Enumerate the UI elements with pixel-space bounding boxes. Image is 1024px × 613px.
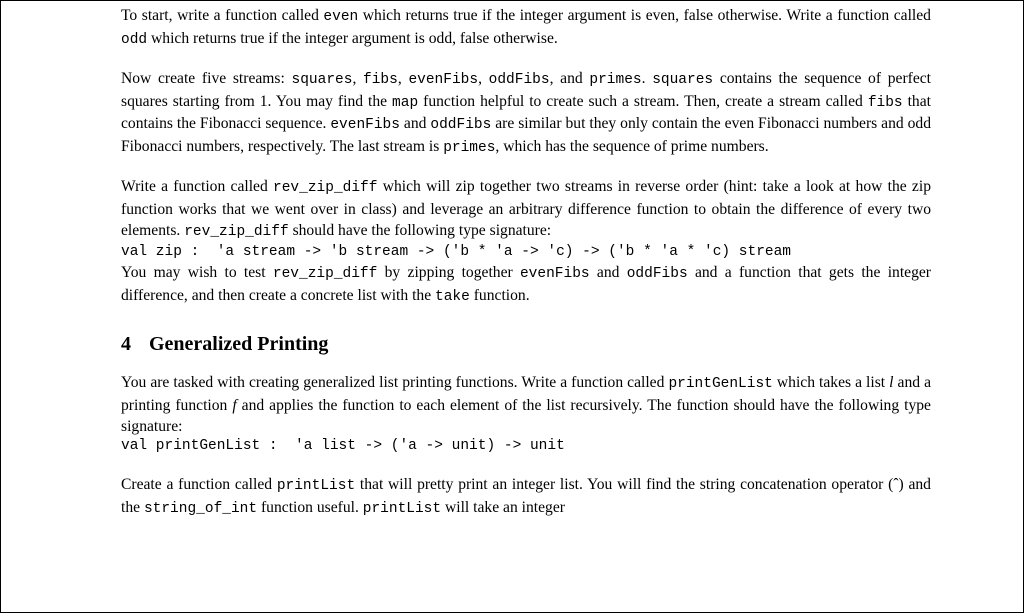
code-revzipdiff2: rev_zip_diff bbox=[184, 224, 288, 240]
code-fibs: fibs bbox=[363, 72, 398, 88]
text: Write a function called bbox=[121, 178, 273, 195]
code-take: take bbox=[435, 289, 470, 305]
text: , which has the sequence of prime number… bbox=[495, 138, 768, 155]
code-printgenlist: printGenList bbox=[668, 376, 772, 392]
type-signature-zip: val zip : 'a stream -> 'b stream -> ('b … bbox=[121, 243, 931, 263]
code-evenfibs2: evenFibs bbox=[330, 117, 400, 133]
code-stringofint: string_of_int bbox=[144, 501, 257, 517]
paragraph-printlist: Create a function called printList that … bbox=[121, 474, 931, 519]
code-fibs2: fibs bbox=[868, 95, 903, 111]
text: function. bbox=[470, 287, 530, 304]
code-evenfibs: evenFibs bbox=[408, 72, 478, 88]
text: by zipping together bbox=[377, 264, 520, 281]
code-oddfibs: oddFibs bbox=[489, 72, 550, 88]
code-evenfibs3: evenFibs bbox=[520, 266, 590, 282]
code-oddfibs2: oddFibs bbox=[430, 117, 491, 133]
code-map: map bbox=[392, 95, 418, 111]
code-squares: squares bbox=[292, 72, 353, 88]
paragraph-even-odd: To start, write a function called even w… bbox=[121, 5, 931, 50]
code-printlist: printList bbox=[277, 478, 355, 494]
section-number: 4 bbox=[121, 331, 131, 358]
text: and applies the function to each element… bbox=[121, 397, 931, 435]
code-printlist2: printList bbox=[363, 501, 441, 517]
text: and bbox=[400, 115, 430, 132]
code-revzipdiff: rev_zip_diff bbox=[273, 180, 377, 196]
section-heading: 4 Generalized Printing bbox=[121, 331, 931, 358]
text: which returns true if the integer argume… bbox=[358, 7, 931, 24]
code-odd: odd bbox=[121, 32, 147, 48]
text: and bbox=[590, 264, 627, 281]
document-page: To start, write a function called even w… bbox=[0, 0, 1024, 613]
text: You may wish to test bbox=[121, 264, 273, 281]
text: function helpful to create such a stream… bbox=[418, 93, 868, 110]
paragraph-printgenlist: You are tasked with creating generalized… bbox=[121, 372, 931, 437]
text: should have the following type signature… bbox=[289, 222, 551, 239]
text: Create a function called bbox=[121, 476, 277, 493]
text: function useful. bbox=[257, 499, 363, 516]
text: Now create five streams: bbox=[121, 70, 292, 87]
text: , bbox=[478, 70, 489, 87]
code-oddfibs3: oddFibs bbox=[627, 266, 688, 282]
text: To start, write a function called bbox=[121, 7, 323, 24]
code-primes2: primes bbox=[443, 140, 495, 156]
text: . bbox=[642, 70, 653, 87]
text: will take an integer bbox=[441, 499, 565, 516]
text: You are tasked with creating generalized… bbox=[121, 374, 668, 391]
paragraph-test-revzipdiff: You may wish to test rev_zip_diff by zip… bbox=[121, 262, 931, 307]
code-squares2: squares bbox=[652, 72, 713, 88]
code-even: even bbox=[323, 9, 358, 25]
code-revzipdiff3: rev_zip_diff bbox=[273, 266, 377, 282]
text: , and bbox=[550, 70, 590, 87]
code-primes: primes bbox=[589, 72, 641, 88]
paragraph-revzipdiff: Write a function called rev_zip_diff whi… bbox=[121, 176, 931, 242]
text: , bbox=[398, 70, 409, 87]
text: which takes a list bbox=[773, 374, 889, 391]
section-title: Generalized Printing bbox=[149, 333, 328, 355]
text: which returns true if the integer argume… bbox=[147, 30, 558, 47]
type-signature-printgenlist: val printGenList : 'a list -> ('a -> uni… bbox=[121, 437, 931, 457]
text: , bbox=[352, 70, 363, 87]
paragraph-streams: Now create five streams: squares, fibs , … bbox=[121, 68, 931, 158]
